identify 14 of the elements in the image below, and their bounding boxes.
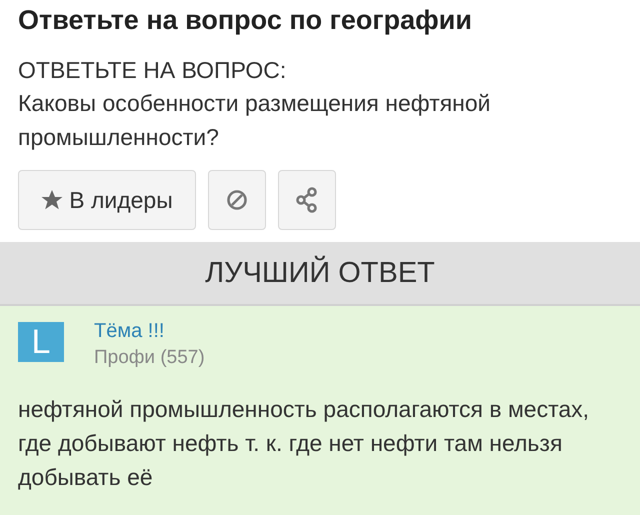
question-text: Каковы особенности размещения нефтяной промышленности? — [18, 89, 492, 152]
author-name-link[interactable]: Тёма !!! — [94, 318, 205, 344]
section-heading: ЛУЧШИЙ ОТВЕТ — [205, 256, 435, 290]
block-button[interactable] — [208, 170, 266, 230]
leaders-button[interactable]: В лидеры — [18, 170, 196, 230]
prohibited-icon — [226, 189, 248, 211]
share-icon — [295, 187, 319, 213]
share-button[interactable] — [278, 170, 336, 230]
avatar: L — [18, 322, 64, 362]
star-icon — [41, 189, 64, 211]
answer-text: нефтяной промышленность располагаются в местах, где добывают нефть т. к. где нет нефти там нельзя добывать её — [18, 395, 590, 492]
author-rank: Профи (557) — [94, 346, 205, 370]
question-label: ОТВЕТЬТЕ НА ВОПРОС: — [18, 56, 288, 85]
page-title: Ответьте на вопрос по географии — [18, 4, 473, 37]
